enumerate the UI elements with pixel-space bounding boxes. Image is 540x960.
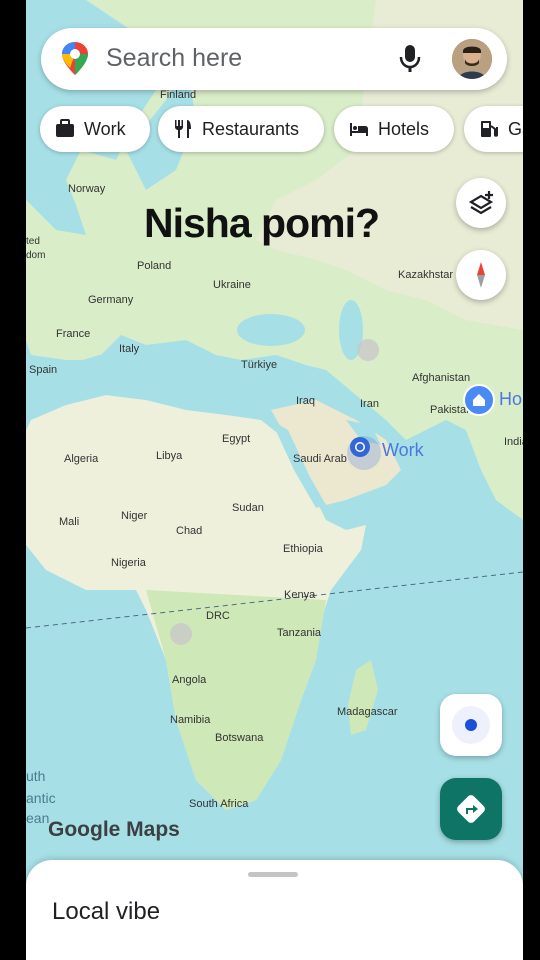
sheet-title: Local vibe: [52, 898, 161, 925]
work-location-marker[interactable]: [346, 435, 382, 471]
search-bar[interactable]: Search here: [41, 28, 507, 90]
map-label: ean: [26, 810, 50, 826]
chip-gas[interactable]: Ga: [464, 106, 523, 152]
map-label: Kazakhstar: [398, 269, 454, 281]
location-dot-icon: [347, 436, 381, 470]
map-label: Poland: [137, 260, 172, 272]
bottom-sheet[interactable]: Local vibe: [26, 860, 523, 960]
map-label: Sudan: [232, 502, 264, 514]
restaurant-icon: [175, 120, 191, 138]
map-label: Egypt: [222, 433, 251, 445]
home-icon: [473, 394, 485, 406]
map-label: Afghanistan: [412, 372, 471, 384]
map-label: Mali: [59, 516, 80, 528]
map-label: Ethiopia: [283, 543, 323, 555]
my-location-button[interactable]: [440, 694, 502, 756]
map-label: Algeria: [64, 453, 99, 465]
map-label: Germany: [88, 294, 134, 306]
map-label: Madagascar: [337, 706, 398, 718]
map-label: Spain: [29, 364, 58, 376]
directions-icon: [457, 795, 485, 823]
map-label: Ukraine: [213, 279, 251, 291]
directions-button[interactable]: [440, 778, 502, 840]
map-label: Libya: [156, 450, 183, 462]
chip-label: Restaurants: [202, 119, 300, 139]
map-label: Niger: [121, 510, 148, 522]
map-label: Italy: [119, 343, 140, 355]
map-label: Chad: [176, 525, 203, 537]
map-label: dom: [26, 250, 46, 261]
map-label: Nigeria: [111, 557, 146, 569]
map-label: Saudi Arab: [293, 453, 347, 465]
map-label: ted: [26, 236, 40, 247]
map-label: Botswana: [215, 732, 264, 744]
map-label: Norway: [68, 183, 106, 195]
map-label: Angola: [172, 674, 207, 686]
layers-button[interactable]: [456, 178, 506, 228]
chip-label: Work: [84, 119, 126, 139]
map-label: Türkiye: [241, 359, 278, 371]
chip-hotels[interactable]: Hotels: [334, 106, 454, 152]
my-location-icon: [452, 706, 490, 744]
briefcase-icon: [56, 119, 74, 137]
map-label: Kenya: [284, 589, 316, 601]
map-label: Tanzania: [277, 627, 322, 639]
google-maps-pin-icon: [62, 42, 88, 75]
layers-icon: [468, 191, 494, 215]
map-label: India: [504, 436, 523, 448]
video-caption: Nisha pomi?: [144, 200, 380, 246]
chip-label: Hotels: [378, 119, 430, 139]
search-input[interactable]: Search here: [106, 44, 242, 73]
sheet-drag-handle[interactable]: [248, 872, 298, 877]
chip-label: Ga: [508, 119, 523, 139]
chip-restaurants[interactable]: Restaurants: [158, 106, 324, 152]
gas-station-icon: [481, 121, 498, 137]
profile-photo-icon: [452, 39, 492, 79]
home-location-marker[interactable]: [463, 384, 495, 416]
microphone-icon[interactable]: [396, 43, 424, 75]
home-marker-label[interactable]: Ho: [499, 389, 522, 410]
map-label: South Africa: [189, 798, 249, 810]
map-label: Iraq: [296, 395, 315, 407]
chip-work[interactable]: Work: [40, 106, 150, 152]
map-label: uth: [26, 768, 46, 784]
map-label: DRC: [206, 610, 230, 622]
maps-screen: Finland Norway Poland Ukraine Kazakhstar…: [26, 0, 523, 960]
category-chips: Work Restaurants Hotels Ga: [40, 106, 523, 152]
map-label: Namibia: [170, 714, 211, 726]
compass-button[interactable]: [456, 250, 506, 300]
map-label: Iran: [360, 398, 379, 410]
map-label: France: [56, 328, 91, 340]
avatar[interactable]: [452, 39, 492, 79]
work-marker-label[interactable]: Work: [382, 440, 424, 461]
bed-icon: [350, 123, 368, 136]
google-maps-watermark: Google Maps: [48, 818, 180, 841]
map-label: Finland: [160, 89, 197, 101]
compass-icon: [477, 262, 485, 288]
map-label: antic: [26, 790, 56, 806]
